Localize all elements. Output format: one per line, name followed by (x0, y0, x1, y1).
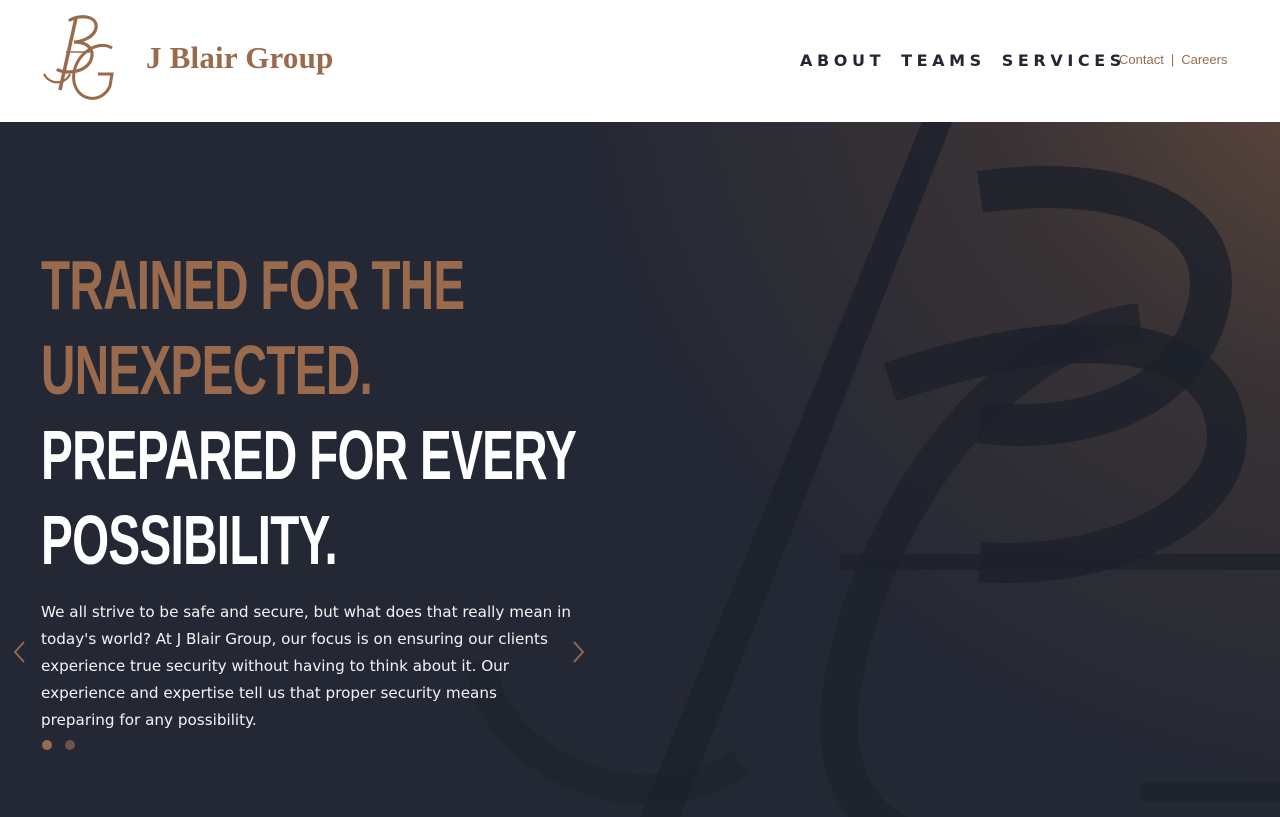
utility-links: Contact | Careers (1119, 52, 1227, 67)
carousel-prev-button[interactable] (10, 639, 30, 665)
nav-teams[interactable]: TEAMS (901, 50, 986, 72)
brand-name: J Blair Group (146, 40, 334, 75)
nav-services[interactable]: SERVICES (1002, 50, 1126, 72)
utility-separator: | (1170, 52, 1175, 67)
main-nav: ABOUT TEAMS SERVICES (800, 50, 1142, 72)
headline-light-line-1: PREPARED FOR EVERY (41, 415, 577, 494)
headline-accent-line-2: UNEXPECTED. (41, 330, 373, 409)
carousel-next-button[interactable] (568, 639, 588, 665)
carousel-dots (42, 740, 88, 750)
bg-monogram-icon (43, 15, 114, 100)
headline-accent-line-1: TRAINED FOR THE (41, 245, 465, 324)
brand-logo-link[interactable]: J Blair Group (40, 12, 340, 107)
hero-body-text: We all strive to be safe and secure, but… (41, 603, 571, 730)
hero-headline: TRAINED FOR THE UNEXPECTED. PREPARED FOR… (41, 243, 577, 583)
headline-light-line-2: POSSIBILITY. (41, 500, 338, 579)
hero-carousel: TRAINED FOR THE UNEXPECTED. PREPARED FOR… (0, 122, 1280, 817)
site-header: J Blair Group ABOUT TEAMS SERVICES Conta… (0, 0, 1280, 122)
chevron-left-icon (13, 641, 25, 663)
carousel-dot-1[interactable] (42, 740, 52, 750)
carousel-dot-2[interactable] (65, 740, 75, 750)
chevron-right-icon (573, 641, 585, 663)
contact-link[interactable]: Contact (1119, 52, 1164, 67)
careers-link[interactable]: Careers (1181, 52, 1227, 67)
nav-about[interactable]: ABOUT (800, 50, 885, 72)
